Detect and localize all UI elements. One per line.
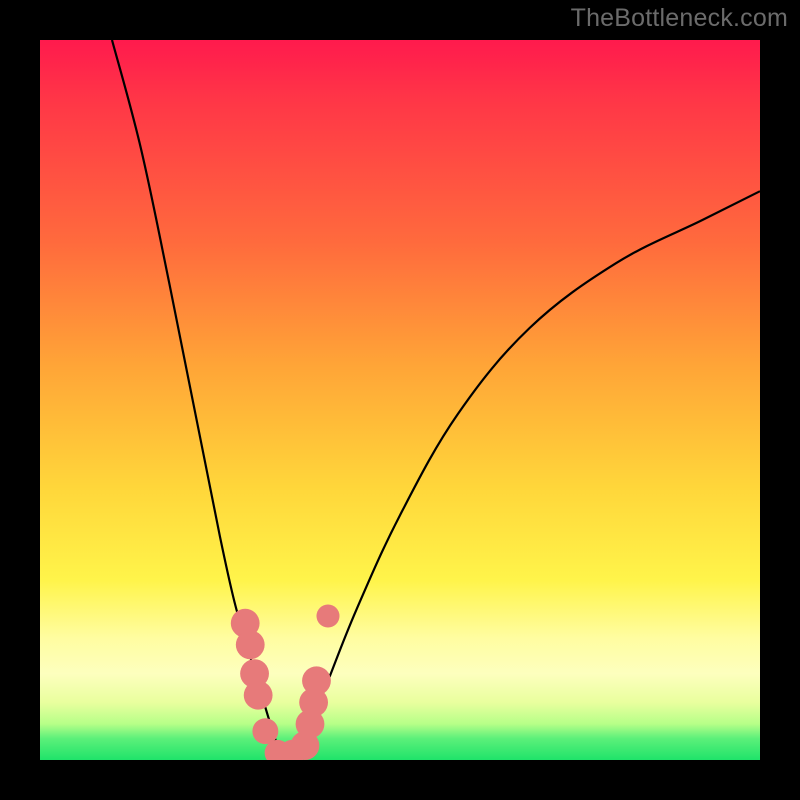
valley-bead-3 bbox=[244, 681, 273, 710]
curves-group bbox=[112, 40, 760, 760]
curve-layer bbox=[40, 40, 760, 760]
bottleneck-figure: TheBottleneck.com bbox=[0, 0, 800, 800]
beads-group bbox=[231, 604, 340, 760]
plot-area bbox=[40, 40, 760, 760]
watermark-text: TheBottleneck.com bbox=[571, 4, 788, 33]
valley-bead-11 bbox=[316, 604, 339, 627]
valley-bead-1 bbox=[236, 630, 265, 659]
curve-right-branch bbox=[285, 191, 760, 760]
valley-bead-10 bbox=[302, 666, 331, 695]
